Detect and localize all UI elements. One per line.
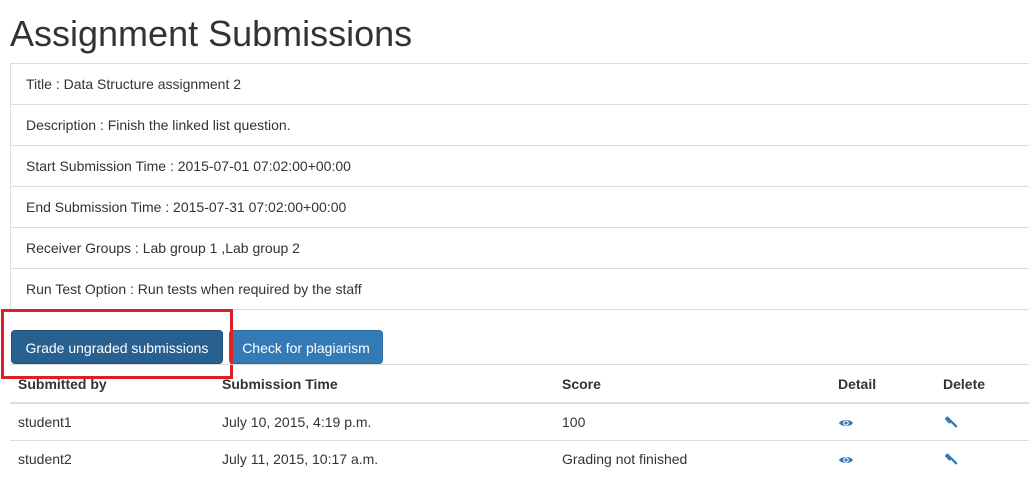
eye-icon[interactable]: [838, 452, 854, 468]
grade-ungraded-button[interactable]: Grade ungraded submissions: [11, 330, 223, 364]
info-title: Title : Data Structure assignment 2: [10, 63, 1029, 104]
header-delete: Delete: [935, 364, 1029, 404]
info-run-test-option: Run Test Option : Run tests when require…: [10, 268, 1029, 310]
cell-time: July 11, 2015, 10:17 a.m.: [214, 440, 554, 477]
cell-user: student1: [10, 402, 214, 441]
cell-delete: [935, 440, 1029, 477]
gavel-icon[interactable]: [943, 415, 959, 431]
cell-detail: [830, 440, 935, 477]
assignment-info-list: Title : Data Structure assignment 2 Desc…: [10, 63, 1029, 310]
header-submitted-by: Submitted by: [10, 364, 214, 404]
cell-score: 100: [554, 402, 830, 441]
page-title: Assignment Submissions: [10, 13, 413, 54]
info-start-time: Start Submission Time : 2015-07-01 07:02…: [10, 145, 1029, 186]
cell-score: Grading not finished: [554, 440, 830, 477]
cell-time: July 10, 2015, 4:19 p.m.: [214, 402, 554, 441]
info-end-time: End Submission Time : 2015-07-31 07:02:0…: [10, 186, 1029, 227]
eye-icon[interactable]: [838, 415, 854, 431]
header-score: Score: [554, 364, 830, 404]
table-row: student2 July 11, 2015, 10:17 a.m. Gradi…: [10, 440, 1029, 477]
gavel-icon[interactable]: [943, 452, 959, 468]
table-row: student1 July 10, 2015, 4:19 p.m. 100: [10, 402, 1029, 441]
header-submission-time: Submission Time: [214, 364, 554, 404]
info-description: Description : Finish the linked list que…: [10, 104, 1029, 145]
cell-detail: [830, 402, 935, 441]
table-header-row: Submitted by Submission Time Score Detai…: [10, 364, 1029, 404]
check-plagiarism-button[interactable]: Check for plagiarism: [229, 330, 383, 364]
info-receiver-groups: Receiver Groups : Lab group 1 ,Lab group…: [10, 227, 1029, 268]
cell-user: student2: [10, 440, 214, 477]
cell-delete: [935, 402, 1029, 441]
submissions-table: Submitted by Submission Time Score Detai…: [10, 364, 1029, 477]
header-detail: Detail: [830, 364, 935, 404]
